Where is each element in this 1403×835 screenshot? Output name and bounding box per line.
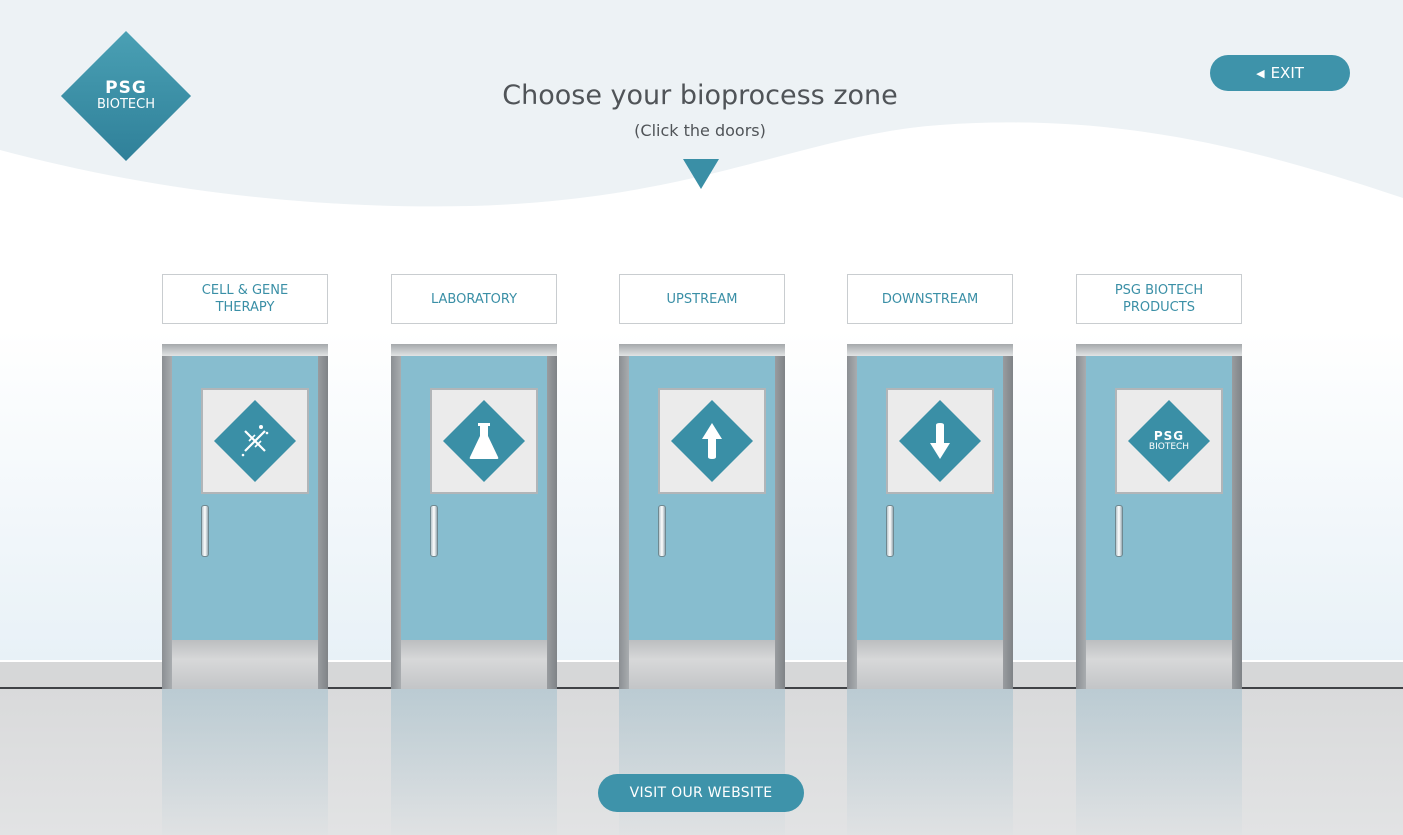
door-frame-top	[1076, 344, 1242, 356]
door-panel	[172, 356, 318, 640]
door-handle	[430, 505, 438, 557]
door-window	[886, 388, 994, 494]
door-psg-biotech-products[interactable]: PSG BIOTECH	[1076, 344, 1242, 689]
door-reflection	[162, 689, 328, 835]
door-frame-top	[847, 344, 1013, 356]
logo-subtext: BIOTECH	[97, 97, 155, 112]
door-reflection	[1076, 689, 1242, 835]
door-frame-top	[619, 344, 785, 356]
door-frame-top	[162, 344, 328, 356]
arrow-down-icon	[888, 390, 992, 492]
door-reflection	[619, 689, 785, 835]
door-panel	[857, 356, 1003, 640]
zone-label-psg-biotech-products[interactable]: PSG BIOTECH PRODUCTS	[1076, 274, 1242, 324]
door-cell-gene-therapy[interactable]	[162, 344, 328, 689]
zone-selection-scene: PSG BIOTECH Choose your bioprocess zone …	[0, 0, 1403, 835]
door-window	[430, 388, 538, 494]
door-panel	[401, 356, 547, 640]
door-kickplate	[172, 640, 318, 689]
triangle-down-icon	[683, 159, 719, 189]
page-subtitle: (Click the doors)	[634, 121, 766, 140]
window-logo-wordmark: PSG	[1153, 428, 1185, 443]
flask-icon	[432, 390, 536, 492]
psg-biotech-logo[interactable]: PSG BIOTECH	[60, 30, 192, 162]
zone-label-downstream[interactable]: DOWNSTREAM	[847, 274, 1013, 324]
door-upstream[interactable]	[619, 344, 785, 689]
door-laboratory[interactable]	[391, 344, 557, 689]
psg-biotech-logo-icon: PSG BIOTECH	[1117, 390, 1221, 492]
door-panel	[629, 356, 775, 640]
door-handle	[886, 505, 894, 557]
zone-label-upstream[interactable]: UPSTREAM	[619, 274, 785, 324]
door-frame-top	[391, 344, 557, 356]
exit-label: EXIT	[1270, 64, 1304, 82]
page-title: Choose your bioprocess zone	[502, 80, 898, 111]
door-window	[201, 388, 309, 494]
logo-wordmark: PSG	[105, 78, 147, 98]
door-window	[658, 388, 766, 494]
window-logo-subtext: BIOTECH	[1148, 441, 1190, 452]
door-kickplate	[401, 640, 547, 689]
triangle-left-icon: ◀	[1256, 66, 1265, 80]
door-kickplate	[1086, 640, 1232, 689]
arrow-up-icon	[660, 390, 764, 492]
door-handle	[1115, 505, 1123, 557]
zone-label-cell-gene-therapy[interactable]: CELL & GENE THERAPY	[162, 274, 328, 324]
exit-button[interactable]: ◀ EXIT	[1210, 55, 1350, 91]
dna-icon	[203, 390, 307, 492]
door-kickplate	[857, 640, 1003, 689]
logo-text: PSG BIOTECH	[61, 31, 191, 161]
door-handle	[201, 505, 209, 557]
door-handle	[658, 505, 666, 557]
zone-label-laboratory[interactable]: LABORATORY	[391, 274, 557, 324]
door-reflection	[847, 689, 1013, 835]
door-kickplate	[629, 640, 775, 689]
door-panel: PSG BIOTECH	[1086, 356, 1232, 640]
door-window: PSG BIOTECH	[1115, 388, 1223, 494]
door-downstream[interactable]	[847, 344, 1013, 689]
door-reflection	[391, 689, 557, 835]
visit-website-button[interactable]: VISIT OUR WEBSITE	[598, 774, 804, 812]
